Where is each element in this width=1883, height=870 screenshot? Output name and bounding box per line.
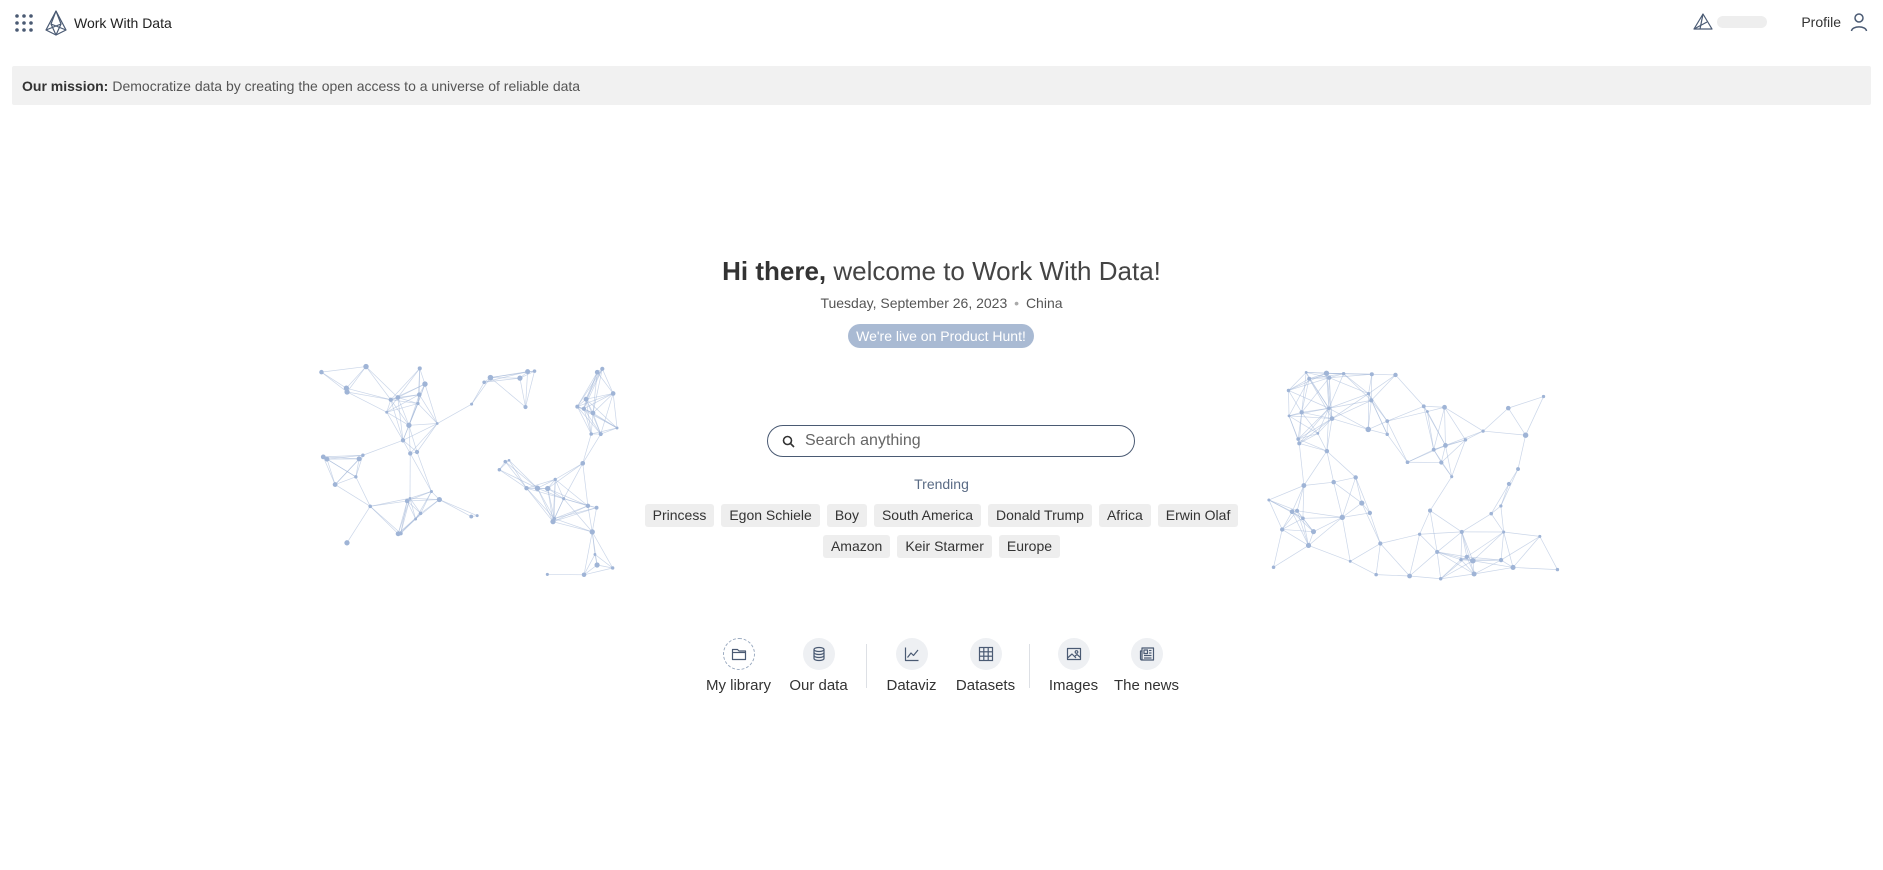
mission-label: Our mission:: [22, 77, 109, 94]
image-icon: [1066, 647, 1081, 661]
nav-label: Datasets: [955, 677, 1016, 694]
current-date: Tuesday, September 26, 2023: [820, 295, 1008, 311]
trending-tag[interactable]: Keir Starmer: [897, 535, 992, 558]
nav-images[interactable]: Images: [1048, 638, 1100, 694]
date-location: Tuesday, September 26, 2023 • China: [0, 295, 1883, 311]
nav-icon-wrap: [1057, 638, 1090, 670]
header-right: Profile: [1693, 12, 1869, 32]
nav-label: Images: [1048, 677, 1099, 694]
loading-placeholder: [1717, 16, 1768, 28]
apps-grid-icon[interactable]: [15, 14, 33, 32]
nav-datasets[interactable]: Datasets: [955, 638, 1017, 694]
trending-tag[interactable]: Boy: [826, 504, 867, 527]
top-bar: Work With Data Profile: [0, 0, 1883, 48]
nav-label: My library: [705, 677, 771, 694]
nav-icon-wrap: [895, 638, 928, 670]
profile-link[interactable]: Profile: [1801, 14, 1841, 30]
trending-tag[interactable]: Donald Trump: [988, 504, 1092, 527]
section-nav: My library Our data Dataviz Datasets Ima…: [0, 638, 1883, 694]
trending-tag[interactable]: Amazon: [822, 535, 891, 558]
search-icon: [782, 435, 795, 448]
trending-tag[interactable]: Princess: [644, 504, 715, 527]
trending-tag[interactable]: Europe: [998, 535, 1061, 558]
nav-our-data[interactable]: Our data: [788, 638, 850, 694]
nav-divider: [865, 644, 867, 688]
search-input[interactable]: [805, 432, 1125, 450]
nav-the-news[interactable]: The news: [1114, 638, 1180, 694]
trending-tag[interactable]: Erwin Olaf: [1157, 504, 1239, 527]
trending-tag[interactable]: Africa: [1098, 504, 1151, 527]
brand-logo-icon: [45, 10, 67, 36]
product-hunt-badge[interactable]: We're live on Product Hunt!: [848, 324, 1034, 348]
brand-name: Work With Data: [74, 15, 172, 31]
grid-icon: [978, 646, 993, 662]
trending-tag[interactable]: South America: [873, 504, 982, 527]
separator-dot: •: [1014, 295, 1020, 311]
folder-icon: [731, 648, 746, 661]
network-decoration-left: [319, 363, 619, 578]
nav-icon-wrap: [969, 638, 1002, 670]
brand-mini-logo-icon[interactable]: [1693, 12, 1713, 32]
greeting: Hi there,: [722, 256, 827, 286]
search-box[interactable]: [767, 425, 1135, 457]
location: China: [1025, 295, 1063, 311]
nav-divider: [1028, 644, 1030, 688]
brand-link[interactable]: Work With Data: [45, 10, 172, 36]
trending-tags: Princess Egon Schiele Boy South America …: [640, 504, 1243, 558]
nav-dataviz[interactable]: Dataviz: [886, 638, 937, 694]
newspaper-icon: [1139, 647, 1154, 661]
mission-text: Democratize data by creating the open ac…: [112, 77, 581, 94]
line-chart-icon: [904, 647, 918, 662]
nav-label: Our data: [789, 677, 848, 694]
nav-label: Dataviz: [886, 677, 937, 694]
trending-tag[interactable]: Egon Schiele: [721, 504, 820, 527]
nav-icon-wrap: [802, 638, 835, 670]
trending-label: Trending: [914, 476, 969, 492]
network-decoration-right: [1267, 370, 1560, 581]
mission-banner: Our mission: Democratize data by creatin…: [12, 66, 1871, 105]
nav-icon-wrap: [722, 638, 755, 670]
user-icon[interactable]: [1849, 12, 1869, 32]
database-icon: [812, 646, 825, 662]
welcome-text: welcome to Work With Data!: [833, 256, 1161, 286]
nav-icon-wrap: [1130, 638, 1163, 670]
nav-label: The news: [1113, 677, 1180, 694]
nav-my-library[interactable]: My library: [704, 638, 774, 694]
welcome-heading: Hi there, welcome to Work With Data!: [0, 256, 1883, 287]
